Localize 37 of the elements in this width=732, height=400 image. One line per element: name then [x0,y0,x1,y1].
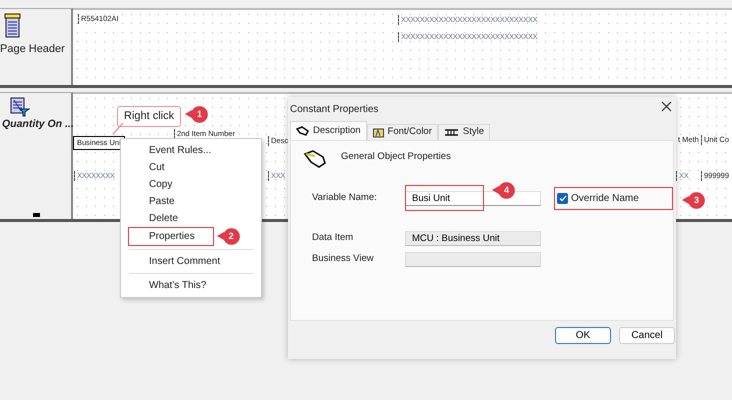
dialog-button[interactable]: OK [555,327,611,344]
tab-label[interactable]: Style [462,125,484,140]
font-icon [372,128,384,138]
tab-label[interactable]: Font/Color [388,125,432,140]
notebook-icon [4,13,22,39]
section-label: Page Header [0,42,66,57]
leader-line [112,123,124,135]
step-badge: 2 [216,228,240,245]
menu-item[interactable]: What's This? [121,277,206,294]
field-label: Data Item [312,231,354,246]
step-badge: 4 [492,182,515,199]
checkmark-icon [558,195,566,202]
callout-label: Right click [117,106,182,126]
section-label: Quantity On ... [2,117,71,132]
table-filter-icon [10,97,30,117]
step-badge: 3 [682,192,705,209]
tab-label[interactable]: Description [313,124,361,138]
menu-item[interactable]: Insert Comment [121,253,220,270]
close-icon[interactable] [661,101,672,112]
menu-item[interactable]: Delete [121,210,178,227]
menu-item[interactable]: Paste [121,193,175,210]
checkbox[interactable]: Override Name [554,187,673,210]
dialog-title: Constant Properties [289,103,380,117]
input-field[interactable] [405,252,541,267]
tab[interactable]: Description [290,121,367,140]
tab[interactable]: Font/Color [366,124,438,140]
input-field[interactable]: MCU : Business Unit [405,231,541,246]
dialog-button[interactable]: Cancel [619,327,675,344]
menu-item[interactable]: Cut [121,159,165,176]
menu-item[interactable]: Copy [121,176,172,193]
field-label: Variable Name: [312,191,378,206]
table-icon [444,128,459,137]
field-label: Business View [312,252,375,266]
tab[interactable]: Style [438,124,490,140]
step-badge: 1 [185,106,208,123]
group-title: General Object Properties [341,150,451,164]
resize-handle[interactable] [33,213,40,217]
